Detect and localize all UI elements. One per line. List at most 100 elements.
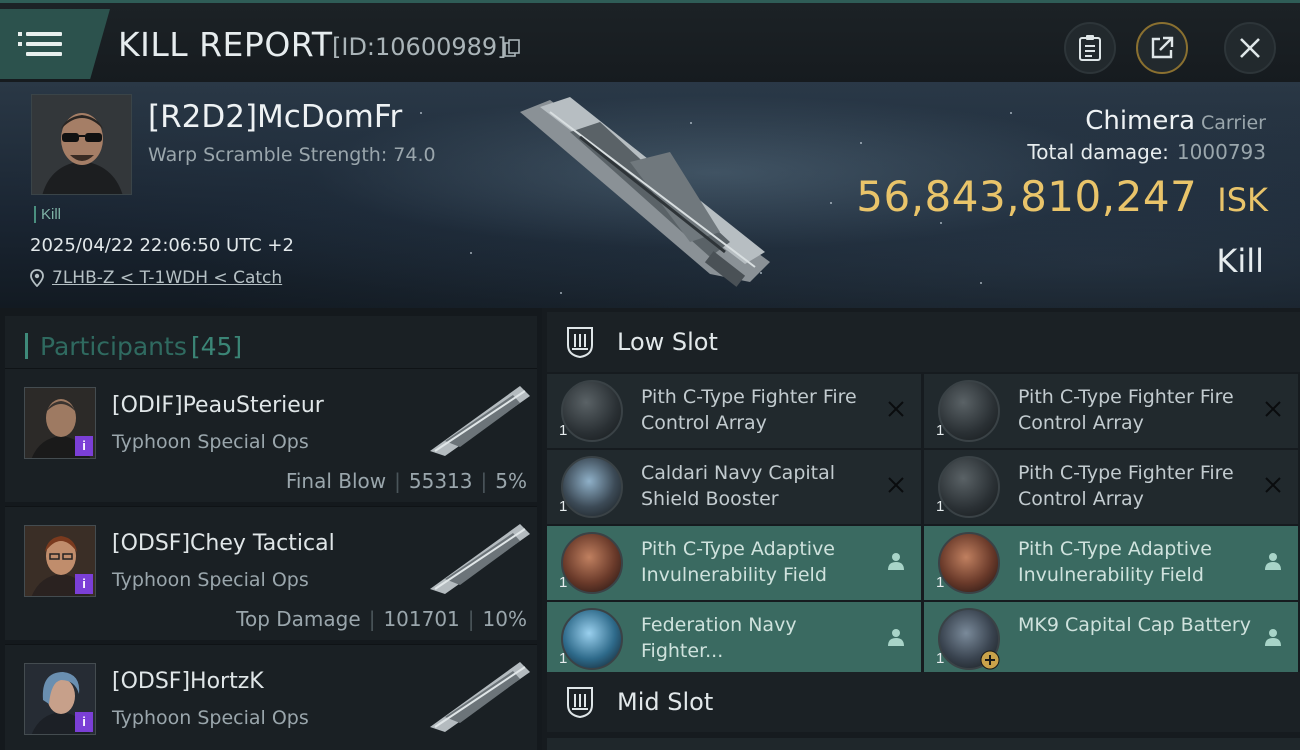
victim-portrait[interactable] — [31, 94, 132, 195]
destroyed-icon — [888, 477, 904, 493]
module-item[interactable]: 1 Pith C-Type Adaptive Invulnerability F… — [924, 526, 1298, 600]
module-icon — [561, 532, 623, 594]
warp-scramble-strength: Warp Scramble Strength: 74.0 — [148, 144, 436, 166]
participant-percent: 5% — [495, 469, 527, 493]
participants-label: Participants — [40, 331, 187, 361]
info-badge: i — [75, 436, 93, 456]
isk-value: 56,843,810,247 — [856, 172, 1198, 221]
kill-tag: Kill — [34, 206, 61, 223]
report-id: [ID:10600989] — [332, 33, 507, 61]
participant-role: Final Blow — [285, 469, 387, 493]
module-quantity: 1 — [936, 422, 945, 439]
fitting-panel[interactable]: Low Slot 1 Pith C-Type Fighter Fire Cont… — [542, 308, 1300, 750]
participant-row[interactable]: i [ODIF]PeauSterieur Typhoon Special Ops… — [5, 368, 537, 502]
participant-name: [ODSF]HortzK — [112, 669, 264, 694]
module-icon — [938, 380, 1000, 442]
participant-percent: 10% — [482, 607, 527, 631]
participants-panel[interactable]: Participants [45] i [ODIF]PeauSterieur Ty… — [0, 308, 542, 750]
page-title: KILL REPORT — [118, 25, 333, 64]
mid-slot-label: Mid Slot — [617, 688, 714, 716]
victim-name: [R2D2]McDomFr — [148, 99, 403, 135]
module-item[interactable]: 1 Federation Navy Fighter... — [547, 602, 921, 676]
participant-avatar: i — [24, 663, 96, 735]
participant-stats: Final Blow | 55313 | 5% — [285, 469, 527, 493]
isk-value-line: 56,843,810,247 ISK — [856, 172, 1268, 221]
total-damage: Total damage: 1000793 — [1027, 140, 1266, 164]
low-slot-icon — [567, 327, 593, 359]
plus-icon — [980, 650, 1000, 670]
ship-name: Chimera — [1085, 106, 1196, 136]
participant-row[interactable]: i [ODSF]HortzK Typhoon Special Ops — [5, 644, 537, 750]
kill-banner: [R2D2]McDomFr Warp Scramble Strength: 74… — [0, 82, 1300, 308]
module-item[interactable]: 1 Pith C-Type Fighter Fire Control Array — [924, 450, 1298, 524]
share-icon — [1151, 36, 1174, 59]
share-button[interactable] — [1136, 22, 1188, 74]
top-bar: KILL REPORT [ID:10600989] — [0, 0, 1300, 82]
module-icon — [561, 608, 623, 670]
module-quantity: 1 — [559, 650, 568, 667]
module-name: Pith C-Type Fighter Fire Control Array — [641, 386, 857, 434]
module-item[interactable]: 1 Caldari Navy Capital Shield Booster — [547, 450, 921, 524]
module-item[interactable]: 1 MK9 Capital Cap Battery — [924, 602, 1298, 676]
destroyed-icon — [1265, 477, 1281, 493]
participant-ship: Typhoon Special Ops — [112, 707, 309, 729]
module-name: Pith C-Type Fighter Fire Control Array — [1018, 386, 1234, 434]
mid-slot-row-peek — [547, 738, 1300, 750]
module-name: MK9 Capital Cap Battery — [1018, 614, 1251, 636]
kill-timestamp: 2025/04/22 22:06:50 UTC +2 — [30, 235, 294, 256]
menu-button[interactable] — [0, 9, 110, 79]
module-icon — [561, 380, 623, 442]
participant-ship-icon — [430, 662, 530, 732]
participant-row[interactable]: i [ODSF]Chey Tactical Typhoon Special Op… — [5, 506, 537, 640]
menu-icon — [18, 30, 62, 58]
module-quantity: 1 — [936, 574, 945, 591]
participants-header[interactable]: Participants [45] — [5, 316, 537, 376]
module-icon — [561, 456, 623, 518]
participant-name: [ODSF]Chey Tactical — [112, 531, 335, 556]
mid-slot-icon — [567, 687, 593, 719]
destroyed-icon — [1265, 401, 1281, 417]
dropped-icon — [1265, 629, 1281, 646]
module-item[interactable]: 1 Pith C-Type Adaptive Invulnerability F… — [547, 526, 921, 600]
module-quantity: 1 — [559, 574, 568, 591]
mid-slot-header[interactable]: Mid Slot — [547, 672, 1300, 732]
total-damage-value: 1000793 — [1176, 140, 1266, 164]
close-icon — [1240, 38, 1260, 58]
dropped-icon — [888, 629, 904, 646]
module-item[interactable]: 1 Pith C-Type Fighter Fire Control Array — [924, 374, 1298, 448]
copy-icon[interactable] — [504, 39, 520, 57]
module-item[interactable]: 1 Pith C-Type Fighter Fire Control Array — [547, 374, 921, 448]
result-label: Kill — [1216, 242, 1264, 280]
participant-ship-icon — [430, 524, 530, 594]
participant-avatar: i — [24, 387, 96, 459]
participant-ship-icon — [430, 386, 530, 456]
module-quantity: 1 — [936, 650, 945, 667]
low-slot-header[interactable]: Low Slot — [547, 312, 1300, 372]
dropped-icon — [1265, 553, 1281, 570]
module-icon — [938, 608, 1000, 670]
ship-class: Carrier — [1201, 112, 1266, 134]
location-pin-icon — [30, 269, 44, 287]
info-badge: i — [75, 574, 93, 594]
destroyed-icon — [888, 401, 904, 417]
participant-name: [ODIF]PeauSterieur — [112, 393, 324, 418]
clipboard-button[interactable] — [1064, 22, 1116, 74]
low-slot-label: Low Slot — [617, 328, 718, 356]
module-quantity: 1 — [559, 498, 568, 515]
dropped-icon — [888, 553, 904, 570]
module-name: Pith C-Type Adaptive Invulnerability Fie… — [641, 538, 835, 586]
clipboard-icon — [1079, 35, 1101, 61]
participant-damage: 55313 — [408, 469, 473, 493]
participant-role: Top Damage — [236, 607, 361, 631]
location-text: 7LHB-Z < T-1WDH < Catch — [52, 268, 283, 288]
participant-stats: Top Damage | 101701 | 10% — [236, 607, 527, 631]
isk-unit: ISK — [1217, 181, 1268, 219]
participants-count: [45] — [190, 331, 243, 361]
ship-render — [520, 97, 770, 287]
module-name: Caldari Navy Capital Shield Booster — [641, 462, 836, 510]
ship-name-line: Chimera Carrier — [1085, 106, 1266, 136]
location-link[interactable]: 7LHB-Z < T-1WDH < Catch — [30, 268, 282, 288]
module-name: Pith C-Type Fighter Fire Control Array — [1018, 462, 1234, 510]
close-button[interactable] — [1224, 22, 1276, 74]
module-name: Pith C-Type Adaptive Invulnerability Fie… — [1018, 538, 1212, 586]
